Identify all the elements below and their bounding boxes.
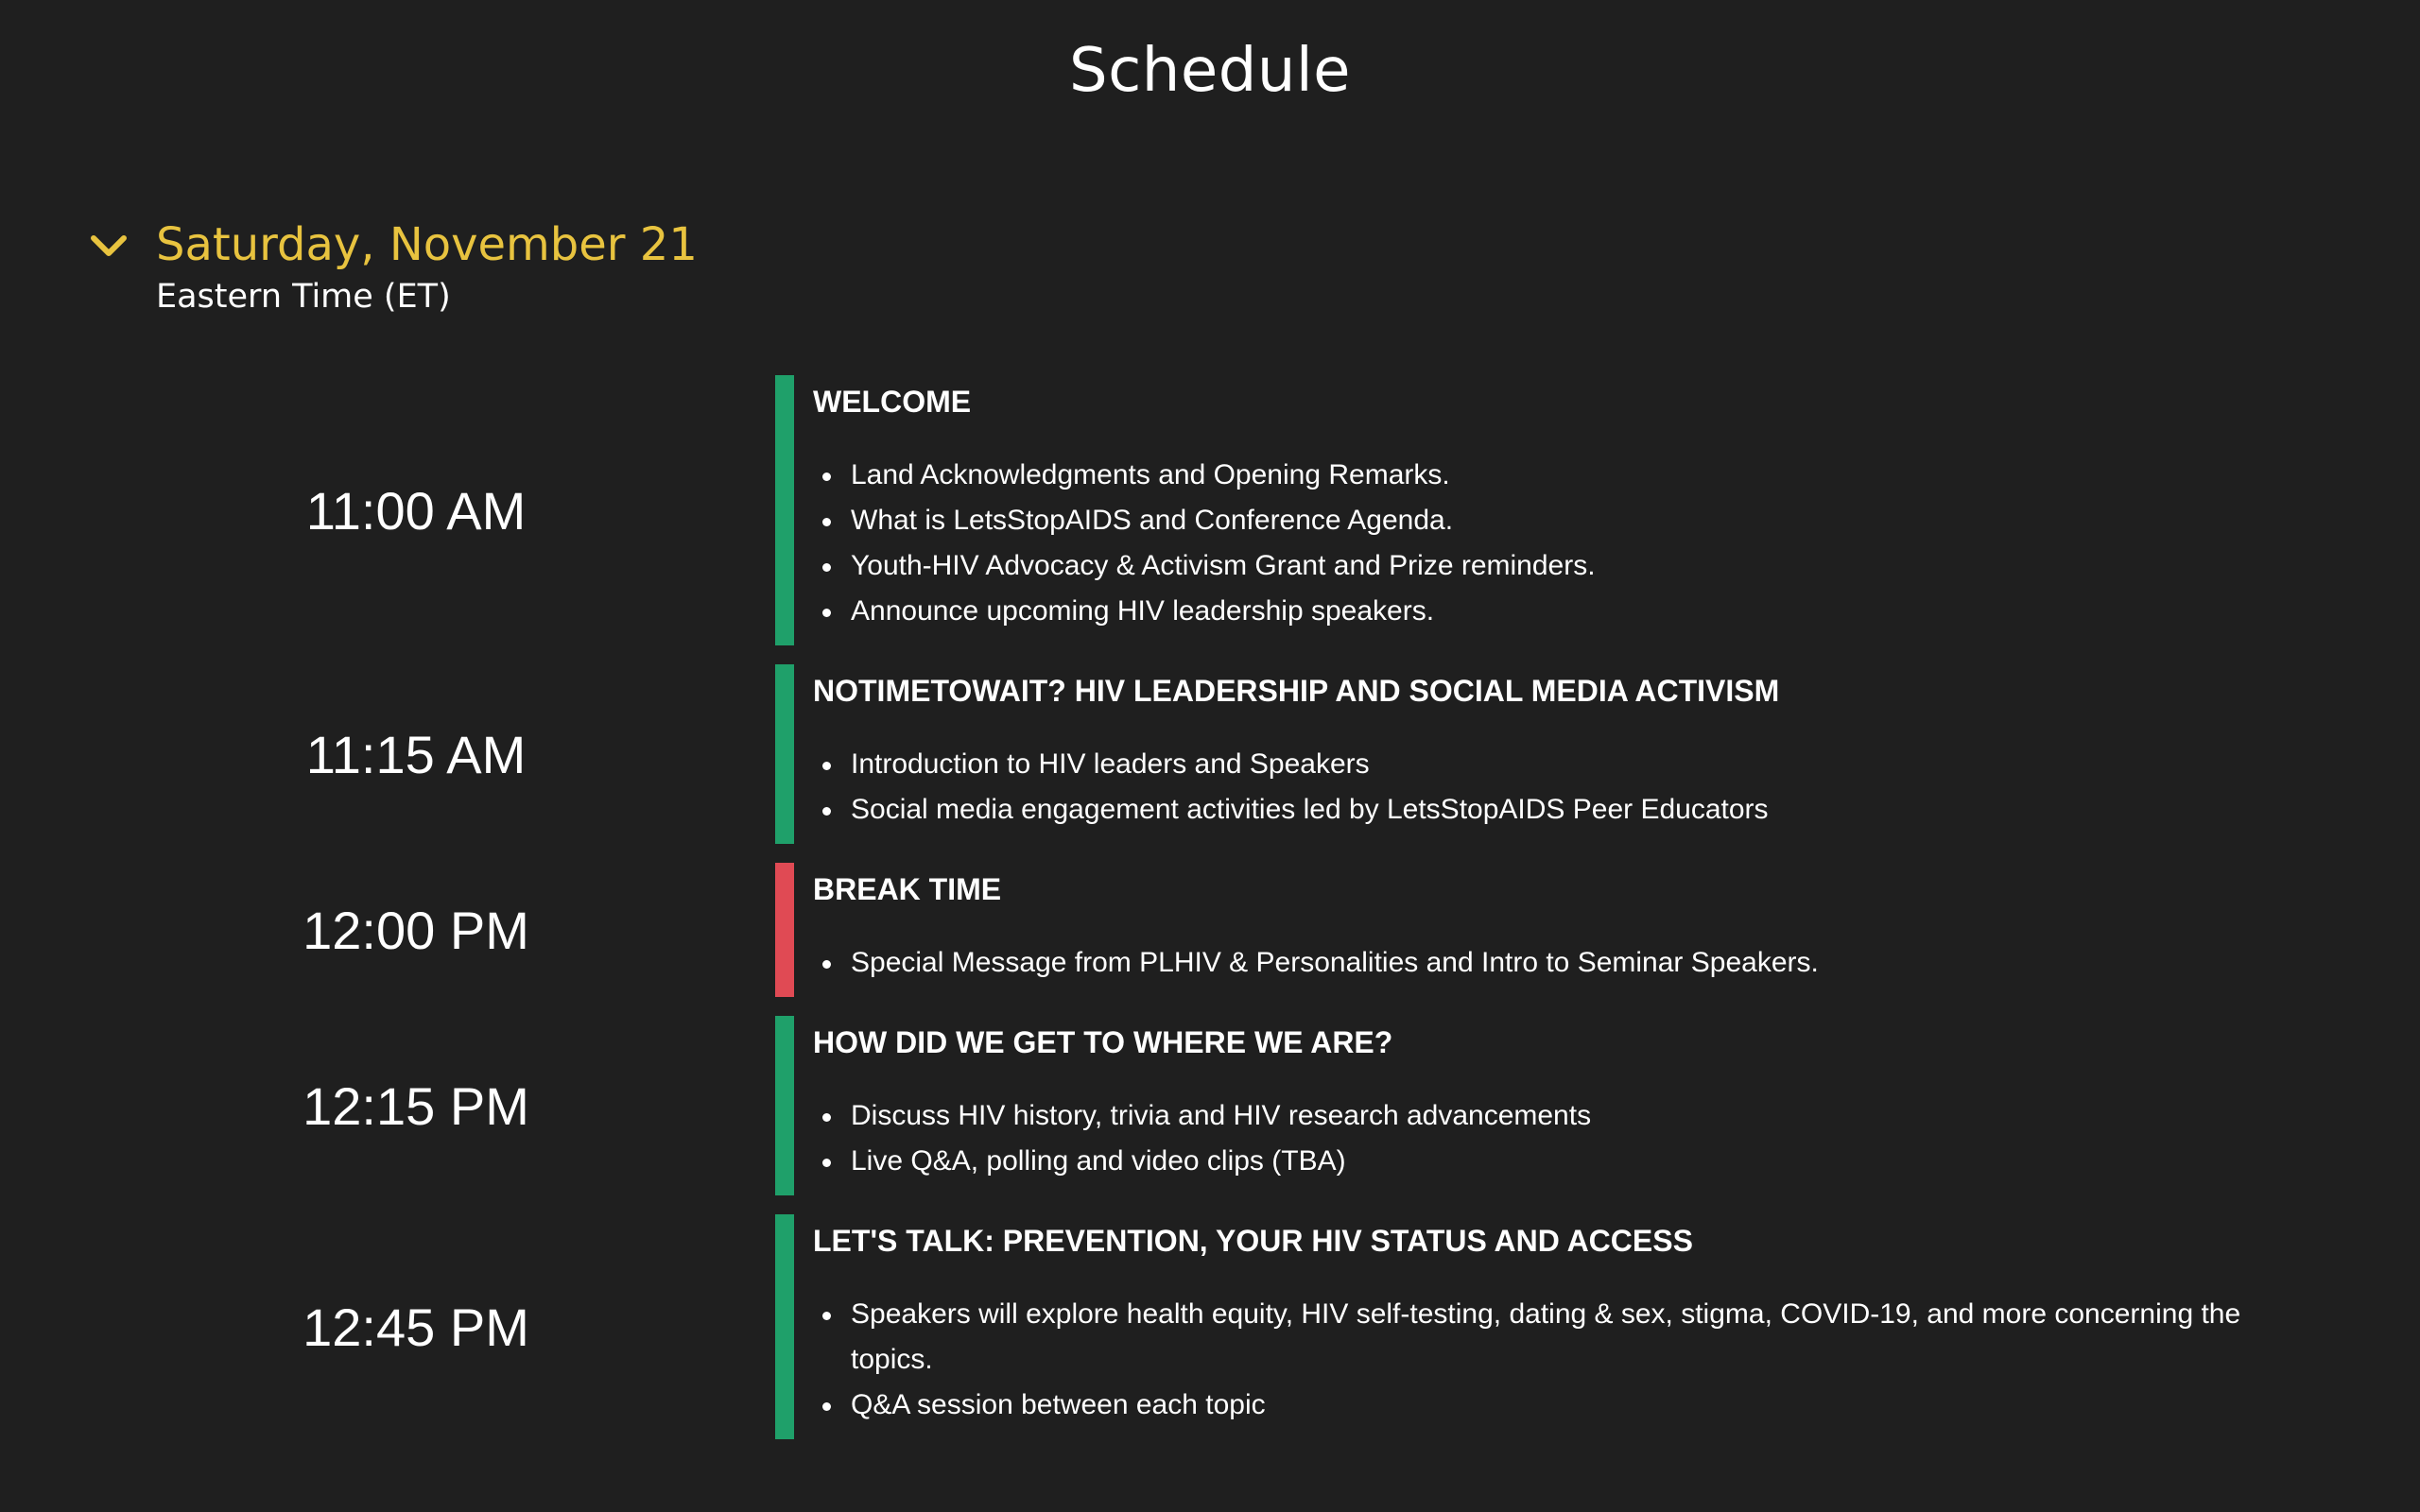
session-time: 12:45 PM <box>302 1297 529 1357</box>
session-time-column: 11:15 AM <box>0 664 775 844</box>
session-status-bar <box>775 1214 794 1439</box>
session-bullet-item: Live Q&A, polling and video clips (TBA) <box>822 1139 2278 1184</box>
session-bullet-item: What is LetsStopAIDS and Conference Agen… <box>822 498 2278 543</box>
schedule-session: 12:45 PM LET'S TALK: PREVENTION, YOUR HIV… <box>0 1214 2420 1439</box>
session-time-column: 12:15 PM <box>0 1016 775 1195</box>
session-bullet-item: Land Acknowledgments and Opening Remarks… <box>822 453 2278 498</box>
schedule-session: 12:00 PM BREAK TIME Special Message from P… <box>0 863 2420 997</box>
session-bullet-list: Special Message from PLHIV & Personaliti… <box>813 940 2278 986</box>
session-content: LET'S TALK: PREVENTION, YOUR HIV STATUS … <box>794 1214 2420 1439</box>
session-time-column: 11:00 AM <box>0 375 775 645</box>
session-time: 11:00 AM <box>305 480 527 541</box>
session-bullet-list: Introduction to HIV leaders and Speakers… <box>813 742 2278 833</box>
session-title: BREAK TIME <box>813 872 1002 906</box>
session-time: 11:15 AM <box>305 724 527 784</box>
session-title: NOTIMETOWAIT? HIV LEADERSHIP AND SOCIAL … <box>813 674 1780 708</box>
session-bullet-item: Introduction to HIV leaders and Speakers <box>822 742 2278 787</box>
session-bullet-item: Special Message from PLHIV & Personaliti… <box>822 940 2278 986</box>
session-status-bar <box>775 664 794 844</box>
schedule-page: Schedule Saturday, November 21 Eastern T… <box>0 0 2420 1512</box>
session-status-bar <box>775 375 794 645</box>
session-status-bar <box>775 1016 794 1195</box>
session-content: BREAK TIME Special Message from PLHIV & P… <box>794 863 2420 997</box>
session-bullet-list: Speakers will explore health equity, HIV… <box>813 1292 2278 1428</box>
session-bullet-item: Announce upcoming HIV leadership speaker… <box>822 589 2278 634</box>
session-time-column: 12:00 PM <box>0 863 775 997</box>
schedule-list: 11:00 AM WELCOME Land Acknowledgments and … <box>0 375 2420 1458</box>
session-title: LET'S TALK: PREVENTION, YOUR HIV STATUS … <box>813 1224 1693 1258</box>
session-bullet-item: Discuss HIV history, trivia and HIV rese… <box>822 1093 2278 1139</box>
day-text: Saturday, November 21 Eastern Time (ET) <box>156 208 698 318</box>
timezone-label: Eastern Time (ET) <box>156 278 451 316</box>
session-time-column: 12:45 PM <box>0 1214 775 1439</box>
schedule-session: 12:15 PM HOW DID WE GET TO WHERE WE ARE? D… <box>0 1016 2420 1195</box>
session-status-bar <box>775 863 794 997</box>
session-title: HOW DID WE GET TO WHERE WE ARE? <box>813 1025 1393 1059</box>
session-title: WELCOME <box>813 385 972 419</box>
day-header[interactable]: Saturday, November 21 Eastern Time (ET) <box>90 208 698 318</box>
session-bullet-list: Land Acknowledgments and Opening Remarks… <box>813 453 2278 634</box>
session-time: 12:15 PM <box>302 1075 529 1136</box>
session-bullet-item: Q&A session between each topic <box>822 1383 2278 1428</box>
session-time: 12:00 PM <box>302 900 529 960</box>
session-content: NOTIMETOWAIT? HIV LEADERSHIP AND SOCIAL … <box>794 664 2420 844</box>
schedule-session: 11:15 AM NOTIMETOWAIT? HIV LEADERSHIP AND… <box>0 664 2420 844</box>
session-content: HOW DID WE GET TO WHERE WE ARE? Discuss H… <box>794 1016 2420 1195</box>
page-title: Schedule <box>1068 36 1352 106</box>
session-bullet-item: Social media engagement activities led b… <box>822 787 2278 833</box>
session-bullet-list: Discuss HIV history, trivia and HIV rese… <box>813 1093 2278 1184</box>
chevron-down-icon[interactable] <box>90 229 128 266</box>
day-title[interactable]: Saturday, November 21 <box>156 208 698 282</box>
schedule-session: 11:00 AM WELCOME Land Acknowledgments and … <box>0 375 2420 645</box>
session-bullet-item: Speakers will explore health equity, HIV… <box>822 1292 2278 1383</box>
session-content: WELCOME Land Acknowledgments and Opening … <box>794 375 2420 645</box>
session-bullet-item: Youth-HIV Advocacy & Activism Grant and … <box>822 543 2278 589</box>
